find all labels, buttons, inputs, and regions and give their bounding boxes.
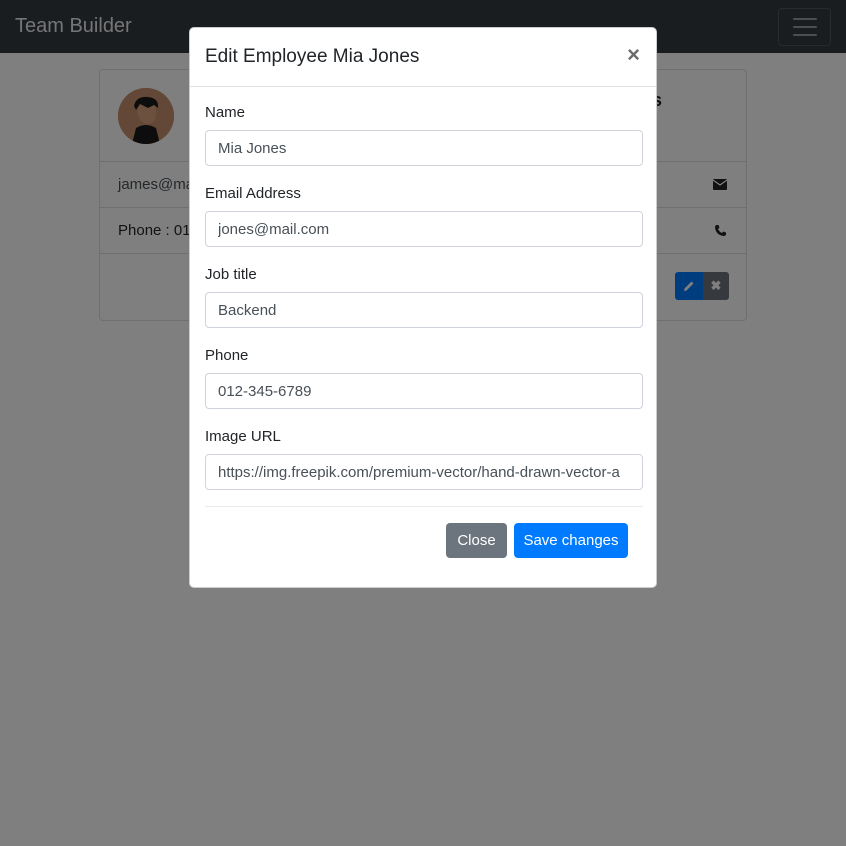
name-label: Name	[205, 104, 246, 121]
image-url-field-group: Image URL	[205, 427, 643, 490]
name-field-group: Name	[205, 103, 643, 166]
image-url-input[interactable]	[205, 454, 643, 490]
name-input[interactable]	[205, 130, 643, 166]
email-label: Email Address	[205, 185, 301, 202]
close-button[interactable]: Close	[446, 523, 507, 558]
job-title-input[interactable]	[205, 292, 643, 328]
job-title-field-group: Job title	[205, 265, 643, 328]
close-icon[interactable]: ×	[627, 44, 640, 66]
phone-input[interactable]	[205, 373, 643, 409]
email-input[interactable]	[205, 211, 643, 247]
modal-header: Edit Employee Mia Jones ×	[190, 28, 656, 87]
email-field-group: Email Address	[205, 184, 643, 247]
phone-field-group: Phone	[205, 346, 643, 409]
phone-label: Phone	[205, 347, 249, 364]
modal-footer-divider	[205, 506, 643, 507]
modal-title: Edit Employee Mia Jones	[205, 46, 420, 67]
job-title-label: Job title	[205, 266, 257, 283]
edit-employee-modal: Edit Employee Mia Jones × Name Email Add…	[189, 27, 657, 588]
save-changes-button[interactable]: Save changes	[514, 523, 628, 558]
image-url-label: Image URL	[205, 428, 281, 445]
